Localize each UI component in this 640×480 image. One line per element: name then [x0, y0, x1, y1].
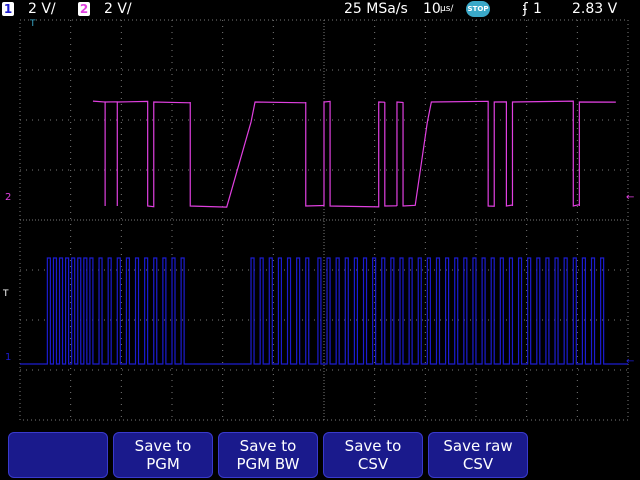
- ch1-right-marker: ←: [626, 356, 634, 367]
- softkey-2-line1: Save to: [114, 437, 212, 455]
- timebase[interactable]: 10: [423, 0, 441, 18]
- ch2-badge[interactable]: 2: [78, 2, 90, 16]
- timebase-unit: µs/: [440, 0, 453, 18]
- save-to-csv-button[interactable]: Save to CSV: [323, 432, 423, 478]
- ch1-level-marker: 1: [5, 352, 11, 363]
- softkey-4-line1: Save to: [324, 437, 422, 455]
- waveform-display: T 2 T 1 ← ←: [0, 18, 640, 430]
- softkey-3-line2: PGM BW: [219, 455, 317, 473]
- status-bar: 1 2 V/ 2 2 V/ 25 MSa/s 10 µs/ STOP ʄ 1 2…: [0, 0, 640, 18]
- save-raw-csv-button[interactable]: Save raw CSV: [428, 432, 528, 478]
- trigger-channel: 1: [533, 0, 542, 18]
- softkey-4-line2: CSV: [324, 455, 422, 473]
- softkey-2-line2: PGM: [114, 455, 212, 473]
- ch2-right-marker: ←: [626, 192, 634, 203]
- ch1-scale[interactable]: 2 V/: [28, 0, 56, 18]
- save-to-pgm-button[interactable]: Save to PGM: [113, 432, 213, 478]
- trigger-position-marker: T: [29, 19, 36, 29]
- softkey-5-line1: Save raw: [429, 437, 527, 455]
- softkey-5-line2: CSV: [429, 455, 527, 473]
- run-stop-button[interactable]: STOP: [466, 1, 490, 17]
- ch2-waveform: [93, 101, 616, 207]
- ch2-scale[interactable]: 2 V/: [104, 0, 132, 18]
- trigger-level[interactable]: 2.83 V: [572, 0, 617, 18]
- softkey-1[interactable]: [8, 432, 108, 478]
- softkey-3-line1: Save to: [219, 437, 317, 455]
- softkey-menu: Save to PGM Save to PGM BW Save to CSV S…: [0, 430, 640, 480]
- sample-rate: 25 MSa/s: [344, 0, 408, 18]
- ch1-badge[interactable]: 1: [2, 2, 14, 16]
- trigger-level-marker: T: [2, 289, 9, 299]
- ch2-level-marker: 2: [5, 192, 11, 203]
- trigger-edge-icon: ʄ: [523, 0, 528, 18]
- save-to-pgm-bw-button[interactable]: Save to PGM BW: [218, 432, 318, 478]
